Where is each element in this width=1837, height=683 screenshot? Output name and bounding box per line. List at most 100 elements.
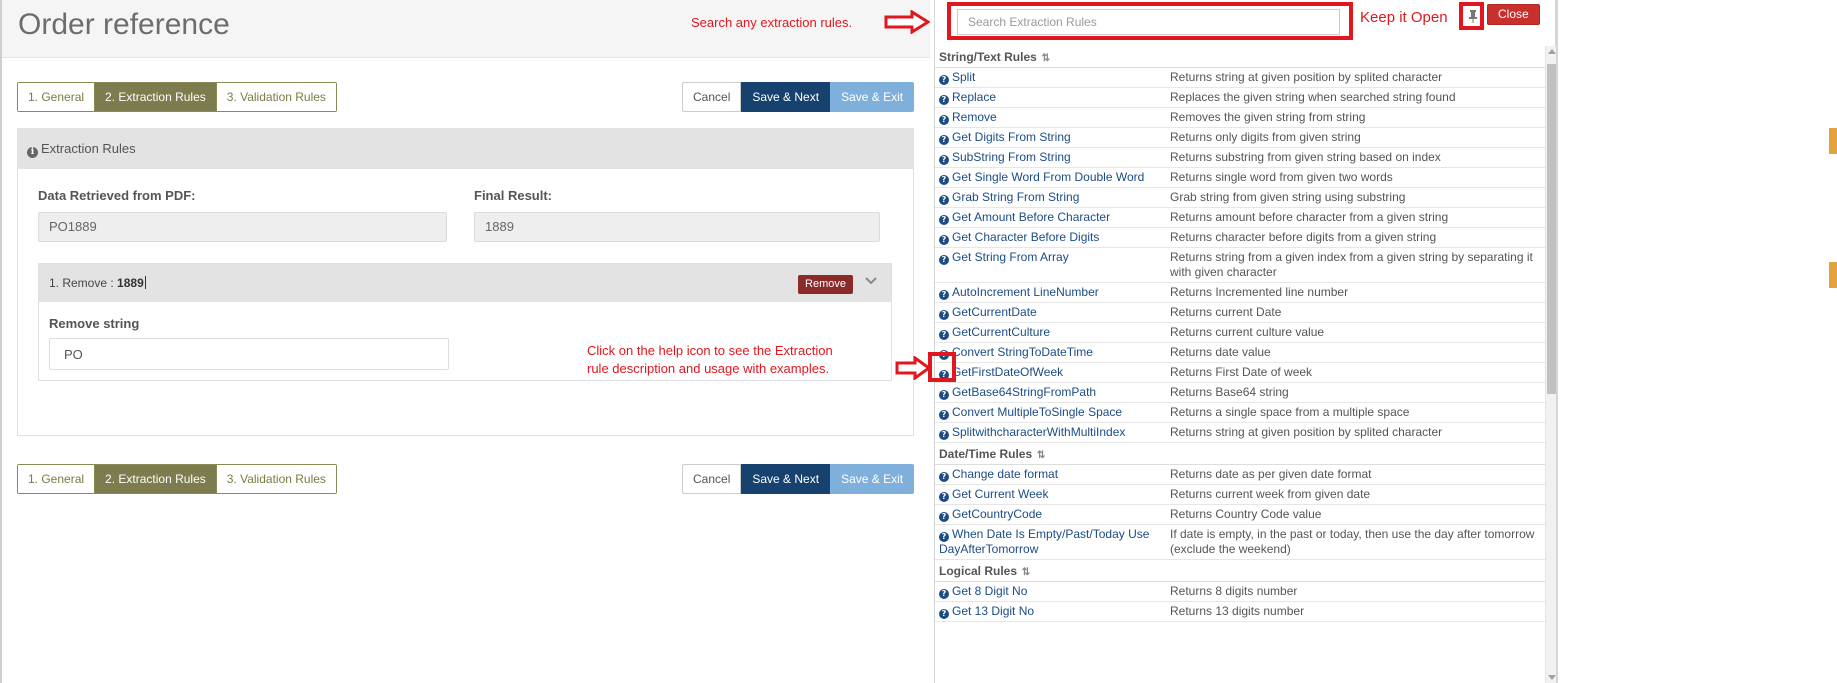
scroll-up-arrow[interactable]: [1548, 49, 1556, 54]
rule-name[interactable]: Remove: [952, 110, 997, 124]
rule-name[interactable]: GetFirstDateOfWeek: [952, 365, 1063, 379]
rule-group-header[interactable]: Date/Time Rules ⇅: [935, 443, 1545, 465]
rule-name-link[interactable]: ? Convert StringToDateTime: [935, 343, 1167, 362]
tab-general-bottom[interactable]: 1. General: [18, 465, 96, 493]
rule-group-header[interactable]: Logical Rules ⇅: [935, 560, 1545, 582]
rule-name[interactable]: Replace: [952, 90, 996, 104]
rule-name[interactable]: GetBase64StringFromPath: [952, 385, 1096, 399]
sort-icon[interactable]: ⇅: [1019, 567, 1030, 578]
rule-name-link[interactable]: ? Replace: [935, 88, 1167, 107]
help-icon[interactable]: ?: [939, 330, 949, 340]
help-icon[interactable]: ?: [939, 175, 949, 185]
rule-name[interactable]: Get Character Before Digits: [952, 230, 1099, 244]
rule-name[interactable]: Get Digits From String: [952, 130, 1071, 144]
rule-name[interactable]: GetCurrentDate: [952, 305, 1037, 319]
rule-name-link[interactable]: ? Get Digits From String: [935, 128, 1167, 147]
rule-name-link[interactable]: ? AutoIncrement LineNumber: [935, 283, 1167, 302]
rule-name-link[interactable]: ? Remove: [935, 108, 1167, 127]
rule-name[interactable]: When Date Is Empty/Past/Today Use DayAft…: [939, 527, 1149, 556]
close-button[interactable]: Close: [1487, 4, 1540, 25]
cancel-button-bottom[interactable]: Cancel: [682, 464, 742, 494]
help-icon[interactable]: ?: [939, 472, 949, 482]
rule-name[interactable]: Get String From Array: [952, 250, 1069, 264]
search-extraction-rules-input[interactable]: [957, 9, 1340, 35]
rule-name[interactable]: Change date format: [952, 467, 1058, 481]
rule-name-link[interactable]: ? GetBase64StringFromPath: [935, 383, 1167, 402]
rule-name-link[interactable]: ? SubString From String: [935, 148, 1167, 167]
background-accent: [1829, 128, 1837, 154]
help-icon[interactable]: ?: [939, 95, 949, 105]
help-icon[interactable]: ?: [939, 115, 949, 125]
help-icon[interactable]: ?: [939, 492, 949, 502]
help-icon[interactable]: ?: [939, 195, 949, 205]
save-next-button[interactable]: Save & Next: [741, 82, 831, 112]
help-icon[interactable]: ?: [939, 155, 949, 165]
rule-header[interactable]: 1. Remove : 1889 Remove: [39, 264, 891, 302]
rule-name[interactable]: Get Current Week: [952, 487, 1048, 501]
tab-validation-rules[interactable]: 3. Validation Rules: [216, 83, 336, 111]
help-icon[interactable]: ?: [939, 135, 949, 145]
rule-name-link[interactable]: ? Split: [935, 68, 1167, 87]
remove-string-input[interactable]: [49, 338, 449, 370]
rule-group-header[interactable]: String/Text Rules ⇅: [935, 46, 1545, 68]
scroll-down-arrow[interactable]: [1548, 675, 1556, 680]
cancel-button[interactable]: Cancel: [682, 82, 742, 112]
rule-name[interactable]: GetCountryCode: [952, 507, 1042, 521]
rule-name[interactable]: Split: [952, 70, 975, 84]
help-icon[interactable]: ?: [939, 390, 949, 400]
help-icon[interactable]: ?: [939, 310, 949, 320]
help-icon[interactable]: ?: [939, 255, 949, 265]
help-icon[interactable]: ?: [939, 215, 949, 225]
rule-name-link[interactable]: ? Get Character Before Digits: [935, 228, 1167, 247]
save-exit-button[interactable]: Save & Exit: [830, 82, 915, 112]
help-icon[interactable]: ?: [939, 609, 949, 619]
chevron-down-icon[interactable]: [863, 273, 879, 289]
tab-general[interactable]: 1. General: [18, 83, 96, 111]
pin-icon[interactable]: [1468, 10, 1478, 23]
rule-name-link[interactable]: ? Change date format: [935, 465, 1167, 484]
data-retrieved-value: PO1889: [38, 212, 447, 242]
save-next-button-bottom[interactable]: Save & Next: [741, 464, 831, 494]
rule-name-link[interactable]: ? Get Single Word From Double Word: [935, 168, 1167, 187]
help-icon[interactable]: ?: [939, 512, 949, 522]
remove-rule-button[interactable]: Remove: [798, 275, 853, 294]
tab-validation-rules-bottom[interactable]: 3. Validation Rules: [216, 465, 336, 493]
rule-name-link[interactable]: ? Get 8 Digit No: [935, 582, 1167, 601]
rule-name-link[interactable]: ? Grab String From String: [935, 188, 1167, 207]
help-icon[interactable]: ?: [939, 589, 949, 599]
scroll-thumb[interactable]: [1547, 64, 1556, 394]
rule-name-link[interactable]: ? GetCurrentCulture: [935, 323, 1167, 342]
save-exit-button-bottom[interactable]: Save & Exit: [830, 464, 915, 494]
help-icon[interactable]: ?: [939, 290, 949, 300]
rule-name[interactable]: Convert StringToDateTime: [952, 345, 1093, 359]
rule-name[interactable]: Get 13 Digit No: [952, 604, 1034, 618]
rule-name-link[interactable]: ? Get Amount Before Character: [935, 208, 1167, 227]
rule-name[interactable]: Get Single Word From Double Word: [952, 170, 1144, 184]
sort-icon[interactable]: ⇅: [1039, 53, 1050, 64]
rule-name[interactable]: Get 8 Digit No: [952, 584, 1027, 598]
help-icon[interactable]: ?: [939, 532, 949, 542]
help-icon[interactable]: ?: [939, 410, 949, 420]
sort-icon[interactable]: ⇅: [1034, 450, 1045, 461]
rule-name[interactable]: Grab String From String: [952, 190, 1079, 204]
help-icon[interactable]: ?: [939, 235, 949, 245]
help-icon[interactable]: ?: [939, 430, 949, 440]
tab-extraction-rules[interactable]: 2. Extraction Rules: [95, 83, 217, 111]
rule-name-link[interactable]: ? SplitwithcharacterWithMultiIndex: [935, 423, 1167, 442]
rule-name[interactable]: SubString From String: [952, 150, 1071, 164]
rule-name[interactable]: AutoIncrement LineNumber: [952, 285, 1099, 299]
rule-name-link[interactable]: ? GetCurrentDate: [935, 303, 1167, 322]
rule-name[interactable]: Get Amount Before Character: [952, 210, 1110, 224]
tab-extraction-rules-bottom[interactable]: 2. Extraction Rules: [95, 465, 217, 493]
rule-name[interactable]: GetCurrentCulture: [952, 325, 1050, 339]
rule-name-link[interactable]: ? GetCountryCode: [935, 505, 1167, 524]
rule-name-link[interactable]: ? Convert MultipleToSingle Space: [935, 403, 1167, 422]
help-icon[interactable]: ?: [939, 75, 949, 85]
rule-name-link[interactable]: ? GetFirstDateOfWeek: [935, 363, 1167, 382]
rule-name-link[interactable]: ? When Date Is Empty/Past/Today Use DayAf…: [935, 525, 1167, 559]
rule-name[interactable]: SplitwithcharacterWithMultiIndex: [952, 425, 1125, 439]
rule-name-link[interactable]: ? Get 13 Digit No: [935, 602, 1167, 621]
rule-name-link[interactable]: ? Get String From Array: [935, 248, 1167, 282]
rule-name[interactable]: Convert MultipleToSingle Space: [952, 405, 1122, 419]
rule-name-link[interactable]: ? Get Current Week: [935, 485, 1167, 504]
